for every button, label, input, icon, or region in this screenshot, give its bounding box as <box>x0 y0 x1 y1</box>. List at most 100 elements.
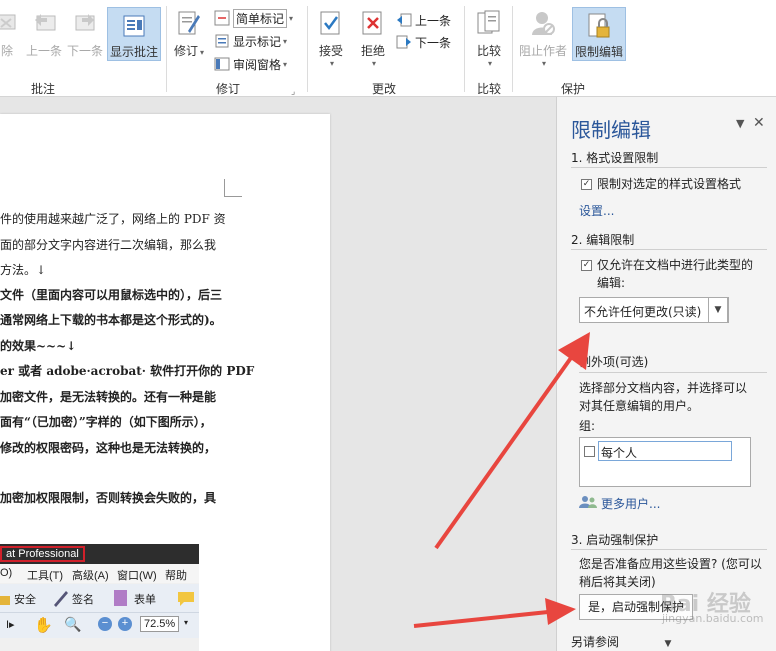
next-change-icon <box>396 34 412 50</box>
group-label-tracking: 修订 <box>216 82 241 96</box>
section-divider <box>571 249 767 250</box>
block-authors-icon <box>528 6 558 40</box>
embedded-menu-item: O) <box>0 567 13 579</box>
previous-comment-button[interactable]: 上一条 <box>26 6 62 59</box>
previous-change-button[interactable]: 上一条 <box>396 10 451 30</box>
section-divider <box>579 372 767 373</box>
group-separator <box>166 6 167 92</box>
editing-restriction-label-line2: 编辑: <box>597 276 626 290</box>
everyone-item[interactable]: 每个人 <box>598 441 732 461</box>
compare-icon <box>474 6 504 40</box>
format-restriction-checkbox[interactable]: ✓ <box>581 179 592 190</box>
document-line: 修改的权限密码，这种也是无法转换的， <box>0 441 217 455</box>
group-label-comments: 批注 <box>31 82 56 96</box>
document-line: 加密加权限限制，否则转换会失败的，具 <box>0 491 217 505</box>
show-comments-icon <box>119 10 149 41</box>
next-comment-button[interactable]: 下一条 <box>67 6 103 59</box>
show-markup-icon <box>214 33 230 49</box>
groups-label: 组: <box>579 419 596 433</box>
accept-button[interactable]: 接受 ▾ <box>316 6 346 68</box>
document-line: 的效果~~~↓ <box>0 339 77 353</box>
previous-change-icon <box>396 12 412 28</box>
form-icon <box>114 590 127 606</box>
zoom-tool-icon: 🔍 <box>64 616 82 632</box>
embedded-menu-bar: O) 工具(T) 高级(A) 窗口(W) 帮助(H) <box>0 564 199 595</box>
page-margin-marker <box>224 179 242 197</box>
section-enforce-title: 3. 启动强制保护 <box>571 533 659 547</box>
pane-title: 限制编辑 <box>571 118 651 142</box>
editing-restriction-checkbox[interactable]: ✓ <box>581 260 592 271</box>
edit-type-select[interactable]: 不允许任何更改(只读) <box>579 297 729 323</box>
document-line: 加密文件，是无法转换的。还有一种是能 <box>0 390 217 404</box>
embedded-menu-item: 高级(A) <box>72 570 109 582</box>
embedded-title-bar: at Professional <box>0 544 199 564</box>
lock-icon <box>0 596 10 605</box>
exceptions-description-line1: 选择部分文档内容，并选择可以 <box>579 381 748 395</box>
group-separator <box>512 6 513 92</box>
review-pane-icon <box>214 56 230 72</box>
enforce-question-line1: 您是否准备应用这些设置? (您可以 <box>579 557 762 571</box>
previous-comment-icon <box>29 6 59 40</box>
ribbon: 除 上一条 下一条 显示批注 批注 修订 ▾ 简单标记 ▾ 显示标记 ▾ 审阅窗格 <box>0 0 776 97</box>
embedded-tool: 签名 <box>72 594 94 606</box>
restrict-editing-lock-icon <box>584 10 614 41</box>
section-divider <box>571 167 767 168</box>
embedded-screenshot: at Professional O) 工具(T) 高级(A) 窗口(W) 帮助(… <box>0 544 199 651</box>
everyone-checkbox[interactable] <box>584 446 595 457</box>
group-separator <box>307 6 308 92</box>
comment-icon <box>178 592 194 606</box>
accept-icon <box>316 6 346 40</box>
embedded-menu-item: 窗口(W) <box>117 570 157 582</box>
select-cursor-icon: I▸ <box>6 619 15 631</box>
section-format-title: 1. 格式设置限制 <box>571 151 659 165</box>
section-editing-title: 2. 编辑限制 <box>571 233 635 247</box>
expand-chevron-icon[interactable]: ▼ <box>661 637 675 651</box>
editing-restriction-label-line1: 仅允许在文档中进行此类型的 <box>597 258 754 272</box>
reject-icon <box>358 6 388 40</box>
document-line: 面有“（已加密）”字样的（如下图所示）， <box>0 415 212 429</box>
more-users-link[interactable]: 更多用户... <box>601 495 660 512</box>
zoom-out-icon: − <box>98 617 112 631</box>
exceptions-description-line2: 对其任意编辑的用户。 <box>579 399 700 413</box>
group-label-protect: 保护 <box>561 82 586 96</box>
show-comments-button[interactable]: 显示批注 <box>107 7 161 61</box>
embedded-menu-item: 工具(T) <box>27 570 64 582</box>
watermark-url: jingyan.baidu.com <box>662 612 764 625</box>
show-markup-button[interactable]: 显示标记 ▾ <box>214 31 287 51</box>
delete-icon <box>0 6 22 40</box>
markup-select[interactable]: 简单标记 ▾ <box>214 8 293 28</box>
restrict-editing-button[interactable]: 限制编辑 <box>572 7 626 61</box>
group-label-changes: 更改 <box>372 82 397 96</box>
group-label-compare: 比较 <box>477 82 502 96</box>
group-separator <box>464 6 465 92</box>
users-icon <box>579 495 597 512</box>
format-restriction-label: 限制对选定的样式设置格式 <box>597 177 742 191</box>
document-page[interactable]: 件的使用越来越广泛了，网络上的 PDF 资 面的部分文字内容进行二次编辑，那么我… <box>0 114 330 651</box>
restrict-editing-pane: 限制编辑 ▼ ✕ 1. 格式设置限制 ✓ 限制对选定的样式设置格式 设置... … <box>556 97 776 651</box>
embedded-tool: 表单 <box>134 594 156 606</box>
zoom-in-icon: + <box>118 617 132 631</box>
groups-listbox[interactable]: 每个人 <box>579 437 751 487</box>
section-divider <box>571 549 767 550</box>
pen-icon <box>54 591 68 607</box>
document-line: 文件（里面内容可以用鼠标选中的），后三 <box>0 288 223 302</box>
zoom-dropdown-icon: ▾ <box>184 618 189 627</box>
embedded-toolbar-2: I▸ ✋ 🔍 − + 72.5% ▾ <box>0 612 199 638</box>
enforce-question-line2: 稍后将其关闭) <box>579 575 656 589</box>
next-change-button[interactable]: 下一条 <box>396 32 451 52</box>
settings-link[interactable]: 设置... <box>579 202 614 219</box>
pane-options-chevron-icon[interactable]: ▼ <box>736 117 744 130</box>
embedded-title: at Professional <box>0 546 85 562</box>
review-pane-button[interactable]: 审阅窗格 ▾ <box>214 54 287 74</box>
chevron-down-icon[interactable]: ▼ <box>708 297 728 323</box>
reject-button[interactable]: 拒绝 ▾ <box>358 6 388 68</box>
pane-close-icon[interactable]: ✕ <box>753 115 765 131</box>
document-line: er 或者 adobe·acrobat· 软件打开你的 PDF <box>0 364 255 378</box>
track-changes-button[interactable]: 修订 ▾ <box>174 6 204 59</box>
block-authors-button[interactable]: 阻止作者 ▾ <box>519 6 567 68</box>
compare-button[interactable]: 比较 ▾ <box>474 6 504 68</box>
document-area[interactable]: 件的使用越来越广泛了，网络上的 PDF 资 面的部分文字内容进行二次编辑，那么我… <box>0 97 556 651</box>
delete-comment-button[interactable]: 除 <box>0 6 22 59</box>
document-line: 方法。↓ <box>0 263 47 277</box>
document-line: 通常网络上下载的书本都是这个形式的)。 <box>0 313 222 327</box>
